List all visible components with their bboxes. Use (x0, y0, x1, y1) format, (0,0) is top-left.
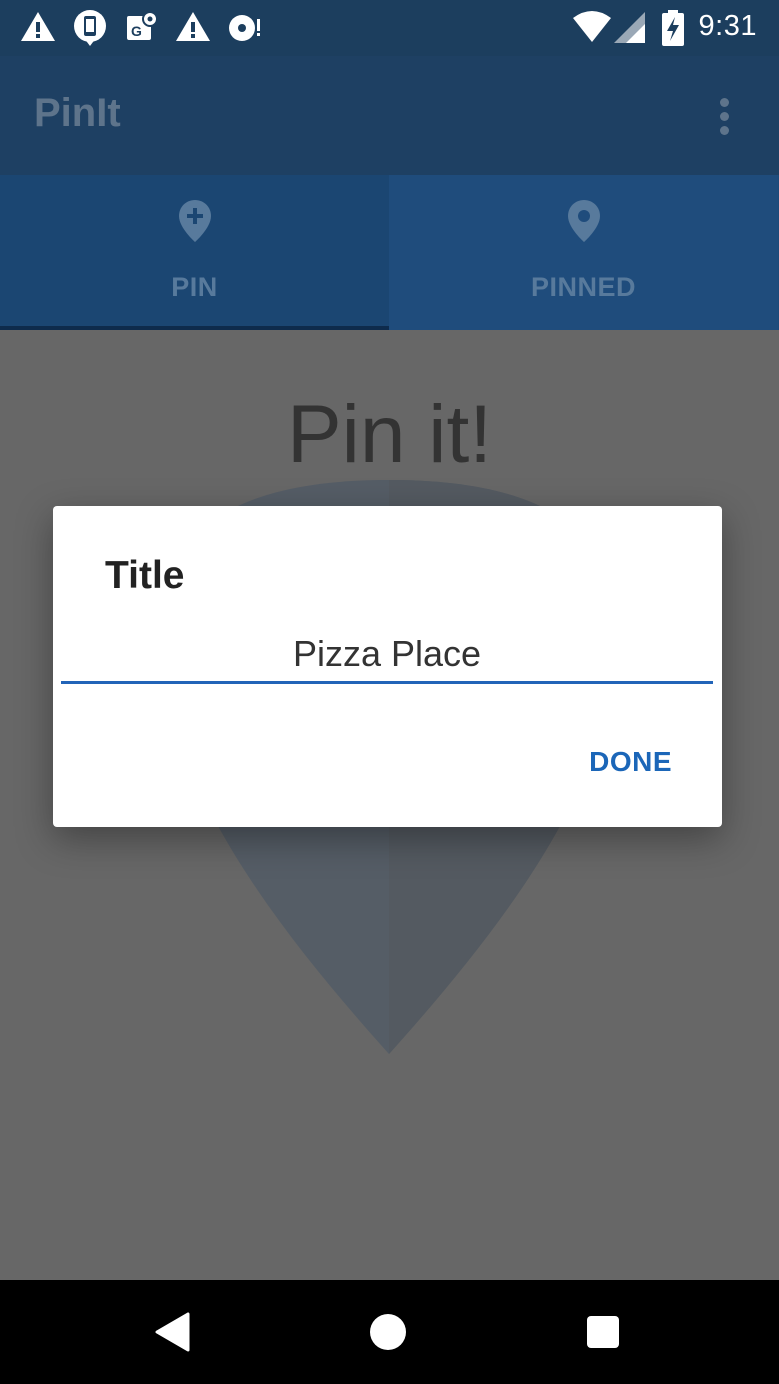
alert-icon (176, 12, 210, 41)
app-bar: PinIt (0, 56, 779, 175)
navigation-bar (0, 1280, 779, 1384)
clock: 9:31 (698, 10, 757, 42)
title-dialog: Title DONE (53, 506, 722, 827)
add-location-icon (178, 200, 211, 242)
more-vert-icon[interactable] (709, 96, 739, 136)
signal-icon (614, 12, 645, 43)
tab-label: PINNED (530, 272, 636, 302)
alert-icon (21, 12, 55, 41)
location-icon (567, 200, 600, 242)
title-input[interactable] (61, 626, 713, 684)
done-button[interactable]: DONE (589, 746, 672, 778)
maps-icon: G (127, 11, 158, 40)
recents-icon[interactable] (586, 1312, 620, 1352)
phone-notification-icon (74, 10, 106, 46)
dialog-title: Title (105, 554, 185, 597)
wifi-icon (573, 11, 611, 42)
tab-label: PIN (171, 272, 218, 302)
battery-charging-icon (662, 10, 684, 46)
back-icon[interactable] (154, 1312, 190, 1352)
app-title: PinIt (34, 91, 121, 135)
tab-pinned[interactable]: PINNED (389, 175, 778, 330)
tab-bar: PIN PINNED (0, 175, 779, 330)
home-icon[interactable] (369, 1312, 407, 1352)
svg-text:G: G (131, 23, 142, 39)
tab-pin[interactable]: PIN (0, 175, 389, 330)
dropbox-icon (229, 15, 260, 41)
status-bar: G 9:31 (0, 0, 779, 56)
